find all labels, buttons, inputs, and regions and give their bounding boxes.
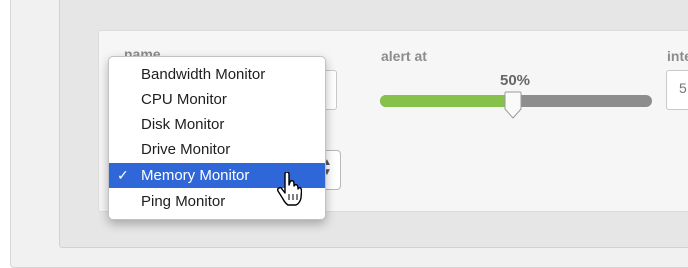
menu-item-label: Memory Monitor — [141, 167, 250, 184]
interval-value: 5 — [679, 80, 687, 96]
menu-item-bandwidth-monitor[interactable]: Bandwidth Monitor — [109, 62, 325, 87]
alert-slider-value: 50% — [500, 72, 531, 89]
checkmark-icon: ✓ — [117, 167, 129, 183]
menu-item-label: Ping Monitor — [141, 193, 226, 210]
menu-item-label: Bandwidth Monitor — [141, 66, 266, 83]
alert-slider-thumb[interactable] — [504, 91, 522, 119]
menu-item-label: Drive Monitor — [141, 141, 231, 158]
alert-slider-fill — [380, 95, 517, 107]
interval-label: inte — [667, 48, 688, 64]
menu-item-disk-monitor[interactable]: Disk Monitor — [109, 112, 325, 137]
menu-item-label: Disk Monitor — [141, 116, 225, 133]
menu-item-label: CPU Monitor — [141, 91, 227, 108]
menu-item-drive-monitor[interactable]: Drive Monitor — [109, 137, 325, 162]
alert-at-label: alert at — [381, 48, 427, 64]
menu-item-cpu-monitor[interactable]: CPU Monitor — [109, 87, 325, 112]
hand-cursor-icon — [276, 172, 302, 206]
